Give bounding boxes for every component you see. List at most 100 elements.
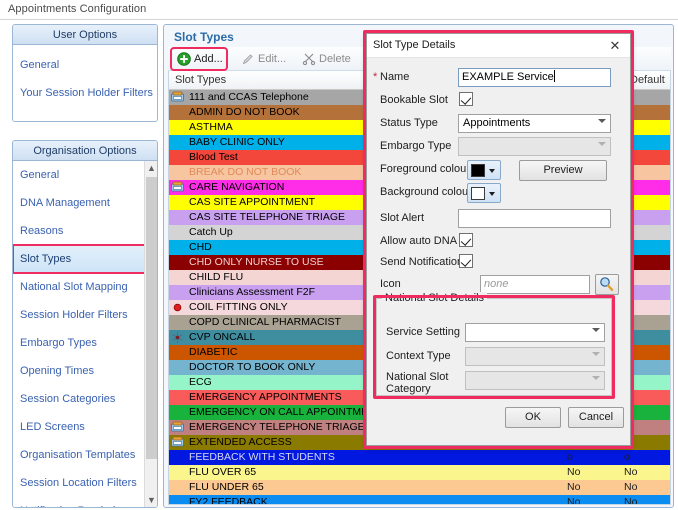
organisation-nav-list: General DNA Management Reasons Slot Type…: [13, 161, 146, 507]
close-icon[interactable]: ✕: [606, 37, 624, 55]
sidebar-item-general[interactable]: General: [13, 161, 145, 189]
chevron-down-icon[interactable]: ▼: [145, 493, 157, 507]
slot-type-flag: No: [567, 496, 581, 505]
slot-type-name: ECG: [189, 376, 212, 388]
sidebar-item-organisation-templates[interactable]: Organisation Templates: [13, 441, 145, 469]
slot-type-default: o: [624, 105, 670, 120]
sidebar-item-national-slot-mapping[interactable]: National Slot Mapping: [13, 273, 145, 301]
sidebar-item-embargo-types[interactable]: Embargo Types: [13, 329, 145, 357]
slot-type-name: CHD ONLY NURSE TO USE: [189, 256, 324, 268]
slot-type-default: o: [624, 225, 670, 240]
window-titlebar: Appointments Configuration: [0, 0, 678, 20]
national-slot-category-select[interactable]: [465, 371, 605, 390]
sidebar-item-reasons[interactable]: Reasons: [13, 217, 145, 245]
telephone-icon: [171, 91, 184, 104]
slot-type-flag: No: [567, 466, 581, 478]
delete-button[interactable]: Delete: [299, 49, 357, 69]
slot-type-name: FLU UNDER 65: [189, 481, 264, 493]
dialog-title: Slot Type Details: [373, 39, 456, 51]
user-options-header: User Options: [13, 25, 157, 45]
sidebar-item-your-session-holder-filters[interactable]: Your Session Holder Filters: [13, 79, 157, 107]
slot-type-default: o: [624, 375, 670, 390]
chevron-up-icon[interactable]: ▲: [145, 161, 157, 176]
slot-type-name: BABY CLINIC ONLY: [189, 136, 285, 148]
column-header-default[interactable]: Default: [624, 71, 670, 90]
slot-type-name: FEEDBACK WITH STUDENTS: [189, 451, 335, 463]
slot-type-default: o: [624, 135, 670, 150]
preview-button[interactable]: Preview: [519, 160, 607, 181]
context-type-select[interactable]: [465, 347, 605, 366]
slot-type-default: o: [624, 360, 670, 375]
sidebar-item-opening-times[interactable]: Opening Times: [13, 357, 145, 385]
slot-type-name: 111 and CCAS Telephone: [189, 91, 309, 103]
slot-type-name: EMERGENCY APPOINTMENTS: [189, 391, 342, 403]
national-slot-details-title: National Slot Details: [382, 292, 488, 304]
bookable-slot-label: Bookable Slot: [380, 94, 448, 106]
slot-type-name: ADMIN DO NOT BOOK: [189, 106, 300, 118]
background-colour-swatch: [471, 187, 485, 200]
slot-type-name: DOCTOR TO BOOK ONLY: [189, 361, 316, 373]
context-type-label: Context Type: [386, 350, 451, 362]
icon-browse-button[interactable]: [595, 274, 619, 295]
slot-type-name: CVP ONCALL: [189, 331, 256, 343]
sidebar-item-session-holder-filters[interactable]: Session Holder Filters: [13, 301, 145, 329]
slot-alert-input[interactable]: [458, 209, 611, 228]
sidebar-item-dna-management[interactable]: DNA Management: [13, 189, 145, 217]
organisation-options-scrollbar[interactable]: ▲ ▼: [144, 161, 157, 507]
slot-type-default: o: [624, 255, 670, 270]
cancel-button[interactable]: Cancel: [568, 407, 624, 428]
edit-button[interactable]: Edit...: [238, 49, 292, 69]
name-input-value: EXAMPLE Service: [462, 71, 554, 83]
send-notification-checkbox[interactable]: [459, 254, 473, 268]
telephone-icon: [171, 421, 184, 434]
organisation-options-list: General DNA Management Reasons Slot Type…: [13, 161, 157, 507]
sidebar-item-session-categories[interactable]: Session Categories: [13, 385, 145, 413]
magnifier-icon: [596, 276, 618, 293]
name-input[interactable]: EXAMPLE Service: [458, 68, 611, 87]
slot-type-default: o: [624, 240, 670, 255]
slot-type-default: o: [624, 451, 630, 463]
slot-type-default: o: [624, 90, 670, 105]
ok-button[interactable]: OK: [505, 407, 561, 428]
sidebar-item-general-user[interactable]: General: [13, 51, 157, 79]
slot-type-flag: No: [567, 481, 581, 493]
slot-type-default: o: [624, 315, 670, 330]
chevron-down-icon: [489, 169, 495, 173]
slot-type-default: o: [624, 180, 670, 195]
sidebar-item-slot-types[interactable]: Slot Types: [13, 244, 146, 274]
table-row[interactable]: FLU OVER 65 No No: [169, 465, 670, 480]
sidebar-item-led-screens[interactable]: LED Screens: [13, 413, 145, 441]
scrollbar-thumb[interactable]: [146, 177, 157, 459]
slot-type-default: No: [624, 496, 638, 505]
status-type-select[interactable]: Appointments: [458, 114, 611, 133]
embargo-type-select[interactable]: [458, 137, 611, 156]
slot-type-default: o: [624, 165, 670, 180]
scissors-icon: [302, 52, 316, 66]
slot-type-name: EXTENDED ACCESS: [189, 436, 292, 448]
allow-auto-dna-checkbox[interactable]: [459, 233, 473, 247]
foreground-colour-swatch: [471, 164, 485, 177]
table-row[interactable]: FLU UNDER 65 No No: [169, 480, 670, 495]
embargo-type-label: Embargo Type: [380, 140, 452, 152]
icon-input[interactable]: none: [480, 275, 590, 294]
table-row[interactable]: FEEDBACK WITH STUDENTS o o: [169, 450, 670, 465]
service-setting-select[interactable]: [465, 323, 605, 342]
sidebar-item-session-location-filters[interactable]: Session Location Filters: [13, 469, 145, 497]
sidebar-item-notification-reminders[interactable]: Notification Reminders: [13, 497, 145, 507]
name-required-marker: *: [373, 71, 378, 83]
name-label: Name: [380, 71, 410, 83]
slot-type-default: o: [624, 405, 670, 420]
foreground-colour-picker[interactable]: [467, 160, 501, 180]
add-button-highlight: [170, 47, 228, 71]
slot-alert-label: Slot Alert: [380, 212, 425, 224]
slot-type-default: No: [624, 481, 638, 493]
send-notification-label: Send Notification: [380, 256, 464, 268]
bookable-slot-checkbox[interactable]: [459, 92, 473, 106]
chevron-down-icon: [489, 192, 495, 196]
slot-type-default: o: [624, 120, 670, 135]
background-colour-picker[interactable]: [467, 183, 501, 203]
icon-input-placeholder: none: [484, 278, 509, 290]
telephone-icon: [171, 436, 184, 449]
status-type-value: Appointments: [463, 117, 531, 129]
table-row[interactable]: FY2 FEEDBACK No No: [169, 495, 670, 505]
